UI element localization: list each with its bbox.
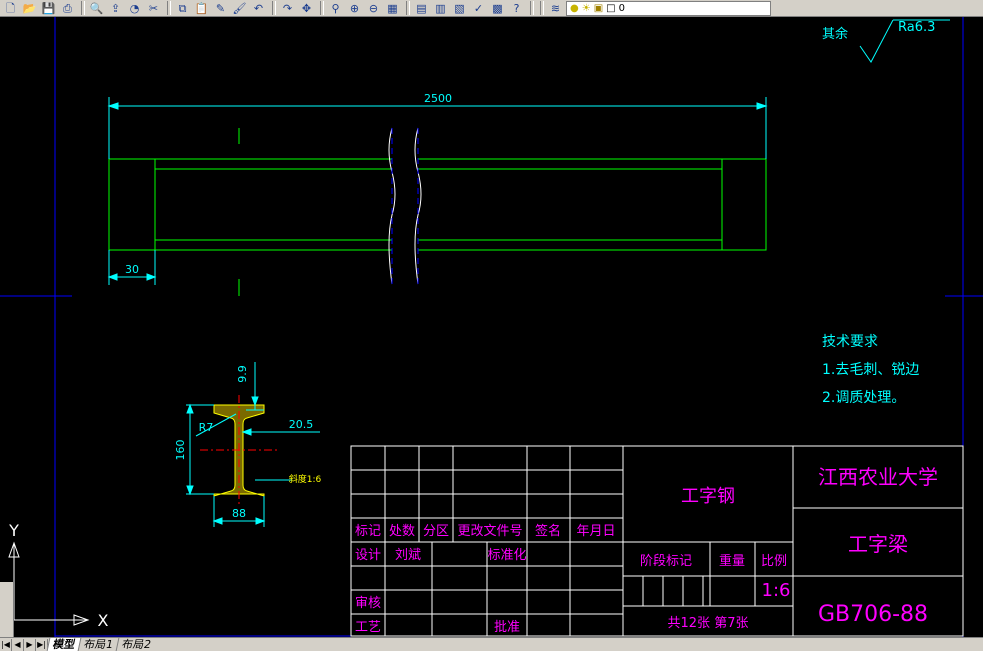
beam-front-view	[108, 127, 767, 296]
toolbar-separator	[81, 1, 85, 15]
slope-label: 斜度1:6	[289, 473, 322, 485]
sheetset-icon[interactable]: ▧	[451, 1, 468, 16]
header-count: 处数	[389, 524, 415, 539]
plot-icon[interactable]: ◔	[126, 1, 143, 16]
header-change-doc: 更改文件号	[457, 524, 522, 539]
tab-model[interactable]: 模型	[46, 638, 81, 651]
publish-icon[interactable]: ⇪	[107, 1, 124, 16]
undo-icon[interactable]: ↶	[250, 1, 267, 16]
title-block: 标记 处数 分区 更改文件号 签名 年月日 设计 刘斌 标准化 审核 工艺 批准…	[350, 445, 964, 637]
tab-layout1[interactable]: 布局1	[77, 638, 119, 651]
weight-label: 重量	[719, 553, 745, 569]
toolbar-separator	[320, 1, 324, 15]
toolbar-separator	[540, 1, 544, 15]
preview-icon[interactable]: 🔍	[88, 1, 105, 16]
standardize-label: 标准化	[487, 548, 526, 563]
toolbar-separator	[406, 1, 410, 15]
help-icon[interactable]: ?	[508, 1, 525, 16]
drawing-border	[0, 17, 983, 637]
zoom-realtime-icon[interactable]: ⚲	[327, 1, 344, 16]
dimension-2500	[107, 97, 768, 159]
drawing-number: GB706-88	[818, 602, 928, 627]
dim-width-text: 88	[232, 507, 246, 520]
paste-icon[interactable]: 📋	[193, 1, 210, 16]
toolbar-separator	[272, 1, 276, 15]
material-text: 工字钢	[681, 486, 735, 507]
open-icon[interactable]: 📂	[21, 1, 38, 16]
tech-title: 技术要求	[822, 334, 878, 350]
organization-name: 江西农业大学	[818, 465, 938, 489]
first-tab-arrow-icon[interactable]: |◀	[0, 638, 12, 651]
layer-dropdown[interactable]: ● ☀ ▣ □ 0	[566, 0, 771, 16]
review-label: 审核	[355, 596, 381, 611]
approve-label: 批准	[494, 620, 520, 635]
surface-roughness-symbol: 其余 Ra6.3	[822, 19, 950, 63]
tab-layout2[interactable]: 布局2	[115, 638, 157, 651]
save-icon[interactable]: 💾	[40, 1, 57, 16]
ibeam-cross-section: 160 88 9.9 20.5 R7 斜度1:6	[174, 362, 322, 527]
print-icon[interactable]: ⎙	[59, 1, 76, 16]
scale-label: 比例	[761, 554, 787, 569]
dim-height-text: 160	[174, 440, 187, 461]
dim-end-text: 30	[125, 263, 139, 276]
header-date: 年月日	[576, 524, 615, 539]
standard-toolbar: 🗋 📂 💾 ⎙ 🔍 ⇪ ◔ ✂ ⧉ 📋 ✎ 🖌 ↶ ↷ ✥ ⚲ ⊕ ⊖ ▦ ▤ ▥ ▧ ✓ ▩? ≋ ● ☀ ▣ □ 0	[0, 0, 983, 17]
design-label: 设计	[355, 548, 381, 563]
header-mark: 标记	[355, 524, 381, 539]
cut-icon[interactable]: ✂	[145, 1, 162, 16]
stage-label: 阶段标记	[640, 554, 692, 569]
roughness-label: 其余	[822, 26, 848, 42]
markup-icon[interactable]: ✓	[470, 1, 487, 16]
header-zone: 分区	[423, 524, 449, 539]
pan-icon[interactable]: ✥	[298, 1, 315, 16]
layout-tabs: |◀ ◀ ▶ ▶| 模型 布局1 布局2	[0, 637, 983, 651]
header-signature: 签名	[535, 523, 561, 539]
layer-name: 0	[618, 2, 625, 14]
tech-item-2: 2.调质处理。	[822, 390, 905, 406]
roughness-value: Ra6.3	[898, 20, 935, 35]
process-label: 工艺	[355, 620, 381, 635]
ucs-x-label: X	[98, 611, 109, 630]
ucs-y-label: Y	[8, 521, 19, 540]
brush-icon[interactable]: 🖌	[231, 1, 248, 16]
toolbar-separator	[167, 1, 171, 15]
dim-radius-text: R7	[199, 421, 214, 434]
toolpalette-icon[interactable]: ▥	[432, 1, 449, 16]
drawing-canvas[interactable]: 其余 Ra6.3 2500 30 160 88 9.9 20.5 R7 斜度1:…	[0, 17, 983, 637]
dim-flange-text: 9.9	[236, 365, 249, 383]
properties-icon[interactable]: ▦	[384, 1, 401, 16]
designcenter-icon[interactable]: ▤	[413, 1, 430, 16]
color-swatch-icon: □	[606, 2, 616, 14]
lightbulb-icon: ●	[570, 2, 579, 14]
sheet-count: 共12张 第7张	[668, 616, 749, 631]
toolbar-separator	[530, 1, 534, 15]
properties-palette-edge[interactable]	[0, 582, 14, 637]
dim-length-text: 2500	[424, 92, 452, 105]
redo-icon[interactable]: ↷	[279, 1, 296, 16]
part-name: 工字梁	[848, 532, 908, 556]
next-tab-arrow-icon[interactable]: ▶	[24, 638, 36, 651]
zoom-previous-icon[interactable]: ⊖	[365, 1, 382, 16]
prev-tab-arrow-icon[interactable]: ◀	[12, 638, 24, 651]
layer-manager-icon[interactable]: ≋	[547, 1, 564, 16]
technical-requirements: 技术要求 1.去毛刺、锐边 2.调质处理。	[822, 334, 919, 406]
matchprop-icon[interactable]: ✎	[212, 1, 229, 16]
tech-item-1: 1.去毛刺、锐边	[822, 362, 919, 378]
ucs-icon	[8, 541, 90, 626]
copy-icon[interactable]: ⧉	[174, 1, 191, 16]
lock-icon: ▣	[593, 2, 604, 14]
dim-web-text: 20.5	[289, 418, 314, 431]
zoom-window-icon[interactable]: ⊕	[346, 1, 363, 16]
sun-icon: ☀	[581, 2, 591, 14]
calculator-icon[interactable]: ▩	[489, 1, 506, 16]
new-icon[interactable]: 🗋	[2, 1, 19, 16]
scale-value: 1:6	[762, 580, 791, 601]
designer-name: 刘斌	[395, 548, 421, 563]
